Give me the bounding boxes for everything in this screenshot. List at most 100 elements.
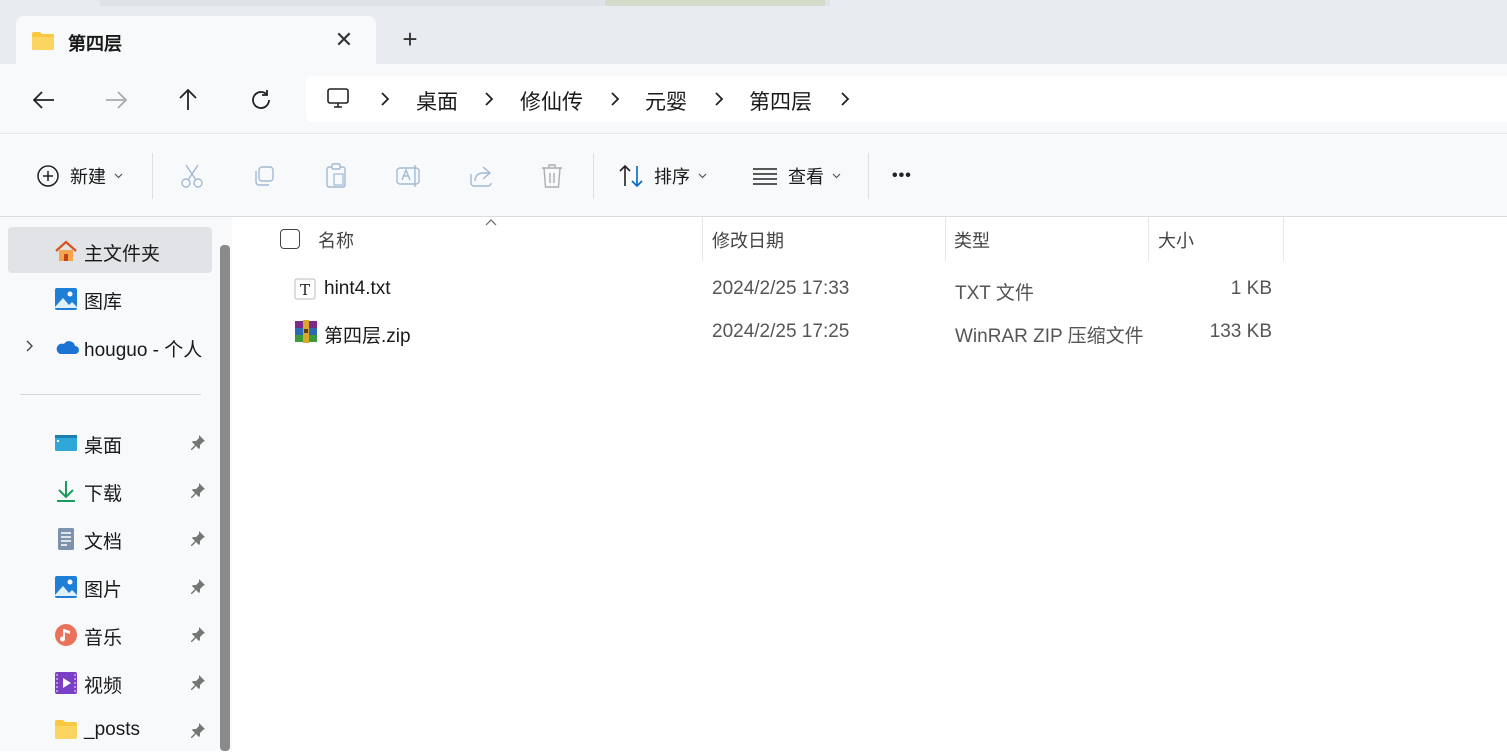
select-all-checkbox[interactable] xyxy=(280,229,300,249)
sort-button[interactable]: 排序 xyxy=(618,161,707,191)
up-button[interactable] xyxy=(172,84,204,116)
chevron-down-icon xyxy=(832,173,841,179)
sidebar-item-gallery[interactable]: 图库 xyxy=(8,275,212,321)
text-file-icon: T xyxy=(294,278,316,305)
cut-button[interactable] xyxy=(180,161,204,191)
chevron-right-icon[interactable] xyxy=(838,89,852,109)
sidebar-item-documents[interactable]: 文档 xyxy=(8,515,212,561)
file-size: 133 KB xyxy=(1209,321,1272,342)
share-button[interactable] xyxy=(468,161,494,191)
scissors-icon xyxy=(181,164,203,188)
background-window-sliver xyxy=(100,0,830,6)
clipboard-icon xyxy=(326,163,346,188)
pin-icon[interactable] xyxy=(190,434,206,450)
sidebar-item-videos[interactable]: 视频 xyxy=(8,659,212,705)
file-modified: 2024/2/25 17:25 xyxy=(712,321,850,342)
this-pc-icon[interactable] xyxy=(326,86,350,115)
more-icon: ••• xyxy=(892,167,912,184)
file-type: TXT 文件 xyxy=(955,283,1034,304)
file-name[interactable]: hint4.txt xyxy=(324,278,391,300)
pin-icon[interactable] xyxy=(190,482,206,498)
column-divider[interactable] xyxy=(945,217,946,261)
rename-icon xyxy=(396,165,420,187)
breadcrumb-item[interactable]: 元婴 xyxy=(645,86,687,116)
column-header-size[interactable]: 大小 xyxy=(1158,227,1194,253)
breadcrumb-item[interactable]: 桌面 xyxy=(416,86,458,116)
chevron-right-icon[interactable] xyxy=(378,89,392,109)
command-bar: 新建 排序 查看 ••• xyxy=(0,135,1507,217)
sort-ascending-icon xyxy=(485,219,497,226)
sidebar-item-label: 桌面 xyxy=(84,436,123,457)
sidebar-scrollbar[interactable] xyxy=(220,245,230,751)
forward-button[interactable] xyxy=(100,84,132,116)
chevron-right-icon[interactable] xyxy=(608,89,622,109)
video-icon xyxy=(54,671,78,695)
pictures-icon xyxy=(54,575,78,599)
pin-icon[interactable] xyxy=(190,626,206,642)
rename-button[interactable] xyxy=(396,161,422,191)
navigation-pane: 主文件夹 图库 houguo - 个人 桌面 下载 文档 图片 音乐 视频 _p… xyxy=(0,217,232,751)
column-divider[interactable] xyxy=(1148,217,1149,261)
column-divider[interactable] xyxy=(702,217,703,261)
copy-button[interactable] xyxy=(252,161,276,191)
delete-button[interactable] xyxy=(541,161,563,191)
sidebar-item-label: 下载 xyxy=(84,484,123,505)
new-tab-button[interactable]: + xyxy=(396,26,424,54)
sidebar-item-label: houguo - 个人 xyxy=(84,340,203,361)
plus-circle-icon xyxy=(37,165,59,187)
refresh-icon xyxy=(252,90,270,109)
chevron-right-icon[interactable] xyxy=(24,337,36,355)
view-button-label: 查看 xyxy=(788,167,824,187)
sidebar-item-posts[interactable]: _posts xyxy=(8,707,212,753)
address-bar[interactable]: 桌面 修仙传 元婴 第四层 xyxy=(306,76,1507,122)
onedrive-cloud-icon xyxy=(54,335,79,359)
sidebar-item-downloads[interactable]: 下载 xyxy=(8,467,212,513)
sort-button-label: 排序 xyxy=(654,167,690,187)
refresh-button[interactable] xyxy=(245,84,277,116)
breadcrumb-item[interactable]: 修仙传 xyxy=(520,86,583,116)
sidebar-item-label: 文档 xyxy=(84,532,123,553)
list-view-icon xyxy=(753,168,777,185)
view-button[interactable]: 查看 xyxy=(752,161,841,191)
paste-button[interactable] xyxy=(324,161,348,191)
column-header-modified[interactable]: 修改日期 xyxy=(712,227,784,253)
arrow-up-icon xyxy=(179,89,197,110)
copy-icon xyxy=(255,166,274,186)
sort-arrows-icon xyxy=(619,164,643,188)
folder-icon xyxy=(54,719,78,743)
breadcrumb-item[interactable]: 第四层 xyxy=(749,86,812,116)
new-button[interactable]: 新建 xyxy=(36,161,123,191)
sidebar-item-label: 图库 xyxy=(84,292,123,313)
sidebar-item-label: _posts xyxy=(84,719,140,740)
pin-icon[interactable] xyxy=(190,674,206,690)
chevron-right-icon[interactable] xyxy=(712,89,726,109)
sidebar-item-home[interactable]: 主文件夹 xyxy=(8,227,212,273)
tab-active[interactable]: 第四层 ✕ xyxy=(16,16,376,64)
arrow-left-icon xyxy=(33,91,54,109)
sidebar-item-pictures[interactable]: 图片 xyxy=(8,563,212,609)
file-size: 1 KB xyxy=(1230,278,1272,299)
table-row[interactable]: T hint4.txt 2024/2/25 17:33 TXT 文件 1 KB xyxy=(282,268,1282,308)
file-name[interactable]: 第四层.zip xyxy=(324,321,411,348)
column-divider[interactable] xyxy=(1283,217,1284,261)
title-bar: 第四层 ✕ + xyxy=(0,0,1507,64)
home-icon xyxy=(54,239,78,263)
column-header-name[interactable]: 名称 xyxy=(318,227,354,253)
tab-title: 第四层 xyxy=(68,34,122,54)
pin-icon[interactable] xyxy=(190,578,206,594)
column-header-type[interactable]: 类型 xyxy=(954,227,990,253)
sidebar-item-music[interactable]: 音乐 xyxy=(8,611,212,657)
file-modified: 2024/2/25 17:33 xyxy=(712,278,850,299)
pin-icon[interactable] xyxy=(190,722,206,738)
pin-icon[interactable] xyxy=(190,530,206,546)
sidebar-item-onedrive[interactable]: houguo - 个人 xyxy=(8,323,212,369)
back-button[interactable] xyxy=(28,84,60,116)
sidebar-item-label: 主文件夹 xyxy=(84,244,161,265)
close-tab-icon[interactable]: ✕ xyxy=(332,28,356,52)
sidebar-item-desktop[interactable]: 桌面 xyxy=(8,419,212,465)
table-row[interactable]: 第四层.zip 2024/2/25 17:25 WinRAR ZIP 压缩文件 … xyxy=(282,311,1282,351)
more-options-button[interactable]: ••• xyxy=(892,161,912,191)
svg-text:T: T xyxy=(300,281,310,299)
chevron-right-icon[interactable] xyxy=(482,89,496,109)
chevron-down-icon xyxy=(698,173,707,179)
